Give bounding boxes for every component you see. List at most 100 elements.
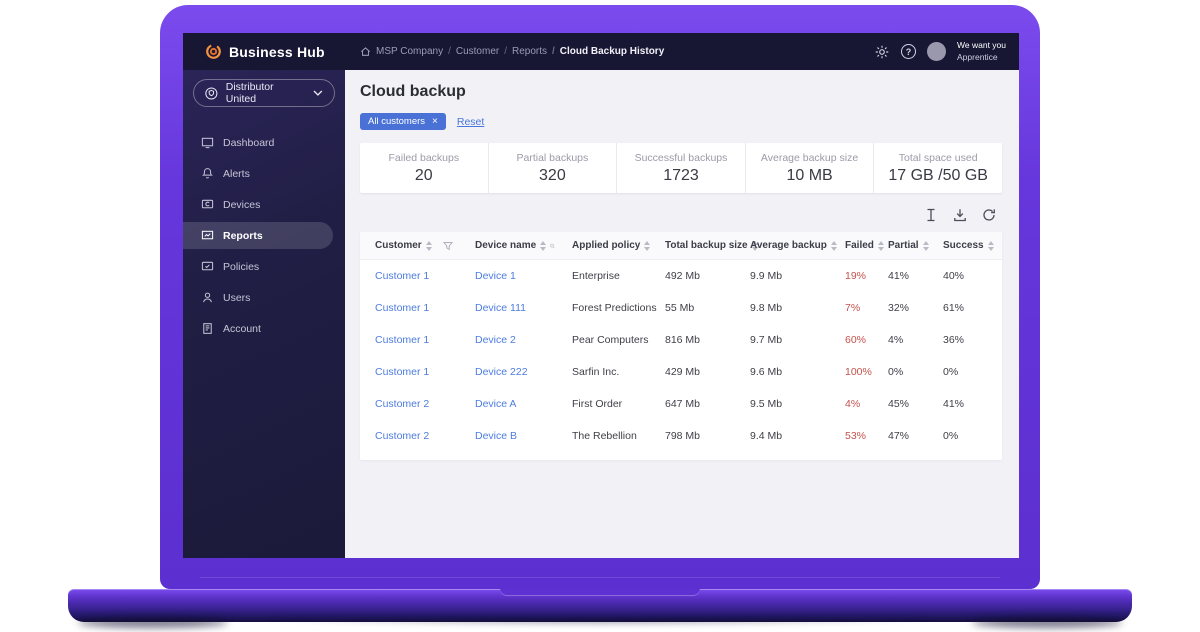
customer-link[interactable]: Customer 1 [375, 366, 475, 378]
stat-label: Successful backups [635, 152, 728, 164]
failed-cell: 53% [845, 430, 888, 442]
column-label: Device name [475, 240, 536, 251]
stat-label: Total space used [899, 152, 978, 164]
device-link[interactable]: Device 222 [475, 366, 572, 378]
average-backup-cell: 9.6 Mb [750, 366, 845, 378]
sort-icon [540, 241, 546, 251]
average-backup-cell: 9.4 Mb [750, 430, 845, 442]
reports-icon [201, 229, 214, 242]
breadcrumb-reports[interactable]: Reports [504, 46, 547, 57]
device-link[interactable]: Device B [475, 430, 572, 442]
chip-close-icon[interactable]: × [432, 116, 438, 127]
sort-icon [923, 241, 929, 251]
column-label: Average backup [750, 240, 827, 251]
table-row: Customer 2 Device B The Rebellion 798 Mb… [360, 420, 1002, 452]
sort-icon [426, 241, 432, 251]
stat-successful-backups: Successful backups 1723 [616, 143, 745, 193]
table-row: Customer 1 Device 222 Sarfin Inc. 429 Mb… [360, 356, 1002, 388]
filter-funnel-icon[interactable] [443, 241, 453, 251]
column-header-total-backup-size[interactable]: Total backup size [665, 240, 750, 251]
column-header-failed[interactable]: Failed [845, 240, 888, 251]
failed-cell: 60% [845, 334, 888, 346]
users-icon [201, 291, 214, 304]
help-icon[interactable]: ? [901, 44, 916, 59]
success-cell: 0% [943, 366, 1002, 378]
laptop-lid: Business Hub MSP Company Customer Report… [160, 5, 1040, 589]
table-row: Customer 1 Device 111 Forest Predictions… [360, 292, 1002, 324]
avatar[interactable] [927, 42, 946, 61]
chevron-down-icon [313, 90, 323, 96]
customer-link[interactable]: Customer 1 [375, 270, 475, 282]
customer-link[interactable]: Customer 2 [375, 398, 475, 410]
partial-cell: 45% [888, 398, 943, 410]
column-label: Total backup size [665, 240, 748, 251]
stat-label: Failed backups [388, 152, 459, 164]
sidebar-item-reports[interactable]: Reports [183, 222, 333, 249]
search-icon[interactable] [550, 241, 555, 251]
device-link[interactable]: Device A [475, 398, 572, 410]
sidebar-item-users[interactable]: Users [183, 284, 345, 311]
breadcrumb-current: Cloud Backup History [552, 46, 664, 57]
column-header-device-name[interactable]: Device name [475, 240, 572, 251]
org-selector[interactable]: Distributor United [193, 79, 335, 107]
sidebar-item-devices[interactable]: Devices [183, 191, 345, 218]
success-cell: 0% [943, 430, 1002, 442]
filter-chip-all-customers[interactable]: All customers × [360, 113, 446, 130]
applied-policy-cell: Enterprise [572, 270, 665, 282]
reset-link[interactable]: Reset [457, 116, 484, 128]
stats-bar: Failed backups 20 Partial backups 320 Su… [360, 143, 1002, 193]
org-selector-label: Distributor United [226, 81, 305, 105]
sidebar-item-alerts[interactable]: Alerts [183, 160, 345, 187]
filter-chip-label: All customers [368, 116, 425, 127]
download-icon[interactable] [953, 208, 967, 222]
stat-label: Partial backups [516, 152, 588, 164]
sort-icon [988, 241, 994, 251]
stat-value: 20 [415, 167, 433, 185]
customer-link[interactable]: Customer 1 [375, 334, 475, 346]
breadcrumb-msp-company[interactable]: MSP Company [376, 46, 443, 57]
breadcrumb: MSP Company Customer Reports Cloud Backu… [360, 46, 664, 57]
dashboard-icon [201, 136, 214, 149]
user-label: We want you Apprentice [957, 40, 1006, 62]
laptop-base-notch [500, 589, 700, 596]
devices-icon [201, 198, 214, 211]
column-header-success[interactable]: Success [943, 240, 1002, 251]
failed-cell: 4% [845, 398, 888, 410]
main-content: Cloud backup All customers × Reset Faile… [345, 70, 1019, 558]
stat-average-backup-size: Average backup size 10 MB [745, 143, 874, 193]
sidebar-item-account[interactable]: Account [183, 315, 345, 342]
alerts-bell-icon [201, 167, 214, 180]
partial-cell: 47% [888, 430, 943, 442]
device-link[interactable]: Device 1 [475, 270, 572, 282]
column-settings-icon[interactable] [924, 208, 938, 222]
backup-table: Customer Device name [360, 232, 1002, 460]
success-cell: 61% [943, 302, 1002, 314]
sidebar: Distributor United Dashboard [183, 70, 345, 558]
column-header-applied-policy[interactable]: Applied policy [572, 240, 665, 251]
total-backup-size-cell: 798 Mb [665, 430, 750, 442]
sidebar-item-policies[interactable]: Policies [183, 253, 345, 280]
average-backup-cell: 9.8 Mb [750, 302, 845, 314]
column-header-customer[interactable]: Customer [375, 240, 475, 251]
laptop-mockup: Business Hub MSP Company Customer Report… [0, 0, 1200, 632]
applied-policy-cell: Sarfin Inc. [572, 366, 665, 378]
sidebar-item-label: Dashboard [223, 137, 274, 149]
refresh-icon[interactable] [982, 208, 996, 222]
settings-gear-icon[interactable] [874, 44, 890, 60]
top-bar: Business Hub MSP Company Customer Report… [183, 33, 1019, 70]
breadcrumb-customer[interactable]: Customer [448, 46, 499, 57]
stat-label: Average backup size [761, 152, 858, 164]
table-toolbar [360, 202, 1002, 228]
stat-partial-backups: Partial backups 320 [488, 143, 617, 193]
sidebar-item-label: Policies [223, 261, 259, 273]
home-icon[interactable] [360, 46, 371, 57]
customer-link[interactable]: Customer 1 [375, 302, 475, 314]
sidebar-item-dashboard[interactable]: Dashboard [183, 129, 345, 156]
device-link[interactable]: Device 2 [475, 334, 572, 346]
column-label: Partial [888, 240, 919, 251]
table-row: Customer 1 Device 2 Pear Computers 816 M… [360, 324, 1002, 356]
device-link[interactable]: Device 111 [475, 302, 572, 314]
customer-link[interactable]: Customer 2 [375, 430, 475, 442]
column-header-average-backup[interactable]: Average backup [750, 240, 845, 251]
column-header-partial[interactable]: Partial [888, 240, 943, 251]
